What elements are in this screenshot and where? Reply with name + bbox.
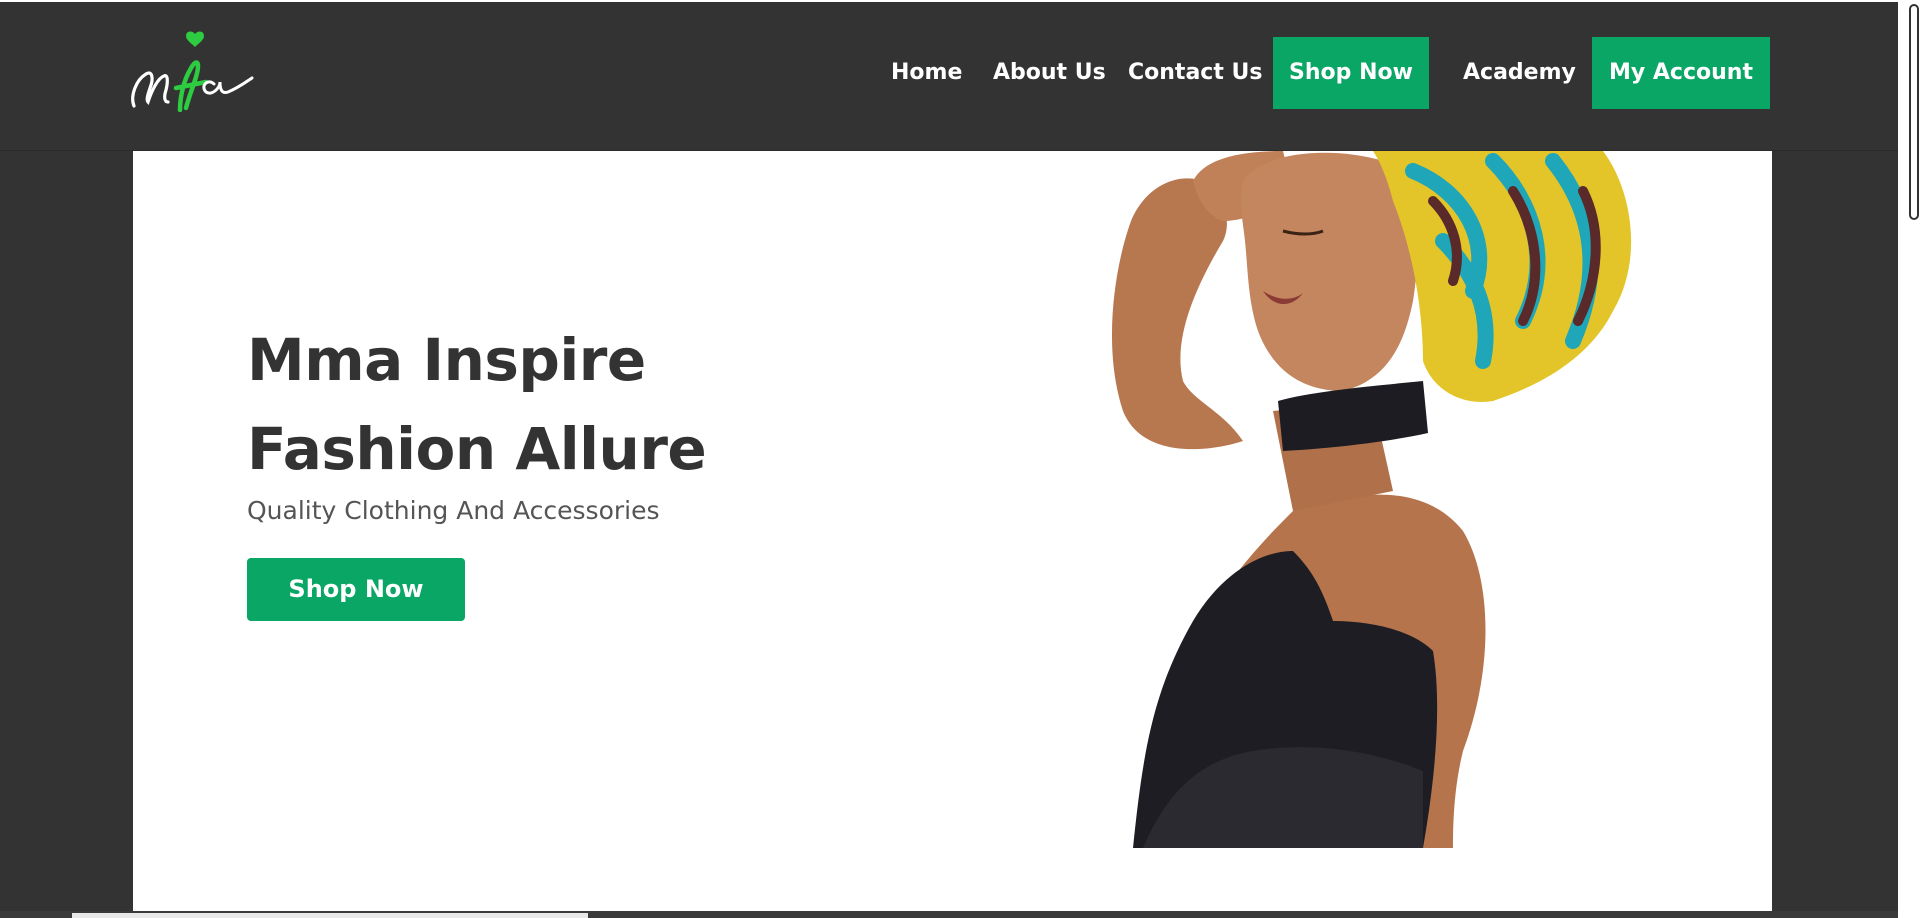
hero-shop-now-button[interactable]: Shop Now: [247, 558, 465, 621]
hero-title: Mma Inspire Fashion Allure: [247, 316, 707, 494]
horizontal-scrollbar-thumb[interactable]: [72, 913, 588, 918]
nav-about-link[interactable]: About Us: [993, 37, 1106, 109]
hero-subtitle: Quality Clothing And Accessories: [247, 496, 660, 525]
hero-title-line-1: Mma Inspire: [247, 326, 646, 394]
vertical-scrollbar[interactable]: [1898, 0, 1920, 918]
site-header: Home About Us Contact Us Shop Now Academ…: [0, 2, 1898, 151]
nav-my-account-button[interactable]: My Account: [1592, 37, 1770, 109]
page: Home About Us Contact Us Shop Now Academ…: [0, 0, 1920, 918]
hero-section: Mma Inspire Fashion Allure Quality Cloth…: [133, 151, 1772, 918]
vertical-scrollbar-thumb[interactable]: [1909, 4, 1919, 220]
nav-contact-link[interactable]: Contact Us: [1128, 37, 1262, 109]
nav-shop-now-button[interactable]: Shop Now: [1273, 37, 1429, 109]
hero-title-line-2: Fashion Allure: [247, 415, 707, 483]
nav-academy-link[interactable]: Academy: [1463, 37, 1576, 109]
main-nav: Home About Us Contact Us Shop Now Academ…: [0, 37, 1898, 109]
nav-home-link[interactable]: Home: [891, 37, 962, 109]
hero-model-image: [993, 151, 1772, 848]
